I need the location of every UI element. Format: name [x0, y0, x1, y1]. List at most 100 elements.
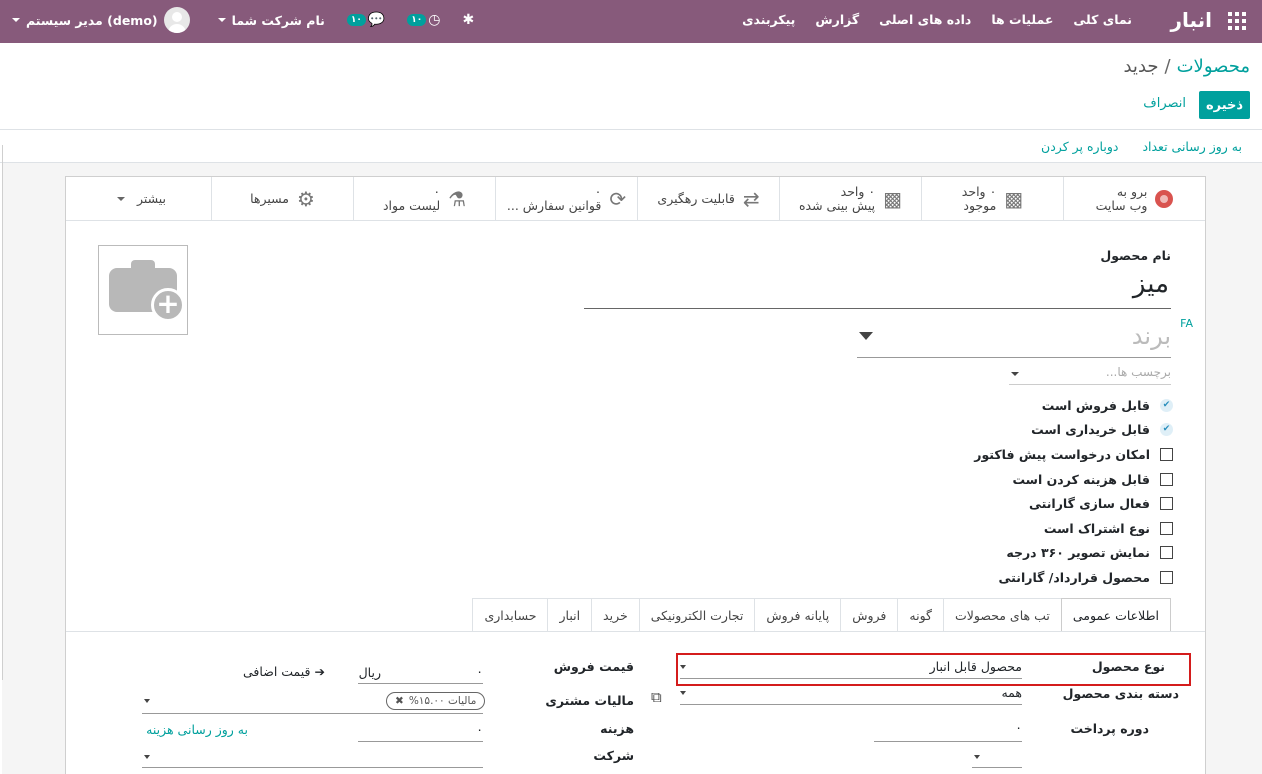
checkbox-row[interactable]: قابل هزینه کردن است [974, 467, 1173, 492]
refresh-icon: ⟳ [609, 187, 627, 211]
activities-button[interactable]: ۱۰ ◷ [407, 12, 441, 28]
product-image-upload[interactable]: + [98, 245, 188, 335]
reorder-count: ۰ [594, 184, 602, 199]
translate-button[interactable]: FA [1180, 317, 1193, 330]
tab-inventory[interactable]: انبار [547, 598, 593, 631]
checkbox-row[interactable]: ✔ قابل خریداری است [974, 418, 1173, 443]
cost-label: هزینه [600, 721, 634, 736]
external-link-icon[interactable]: ⧉ [651, 688, 662, 706]
company-select[interactable] [142, 748, 483, 768]
replenish-button[interactable]: دوباره پر کردن [1041, 139, 1118, 154]
checkbox-row[interactable]: نمایش تصویر ۳۶۰ درجه [974, 541, 1173, 566]
brand-input[interactable]: برند [857, 322, 1171, 358]
save-button[interactable]: ذخیره [1199, 91, 1250, 119]
checkbox-row[interactable]: فعال سازی گارانتی [974, 491, 1173, 516]
tab-variants[interactable]: گونه [897, 598, 944, 631]
menu-operations[interactable]: عملیات ها [991, 12, 1053, 27]
payment-term-input[interactable]: ۰ [874, 720, 1022, 742]
checkbox[interactable] [1160, 546, 1173, 560]
messages-badge: ۱۰ [346, 14, 366, 26]
cogs-icon: ⚙ [297, 187, 315, 211]
checkbox-row[interactable]: نوع اشتراک است [974, 516, 1173, 541]
customer-tax-label: مالیات مشتری [545, 693, 634, 708]
currency-label: ریال [358, 665, 381, 680]
website-smart-button[interactable]: برو به وب سایت [1063, 177, 1205, 221]
tab-purchase[interactable]: خرید [591, 598, 640, 631]
company-switcher[interactable]: نام شرکت شما [212, 13, 325, 28]
on-hand-smart-button[interactable]: ▩ ۰ واحد موجود [921, 177, 1063, 221]
tab-product-tabs[interactable]: تب های محصولات [943, 598, 1062, 631]
sale-price-label: قیمت فروش [553, 659, 634, 674]
apps-grid-icon[interactable] [1228, 12, 1246, 30]
traceability-label: قابلیت رهگیری [657, 191, 735, 206]
checkbox[interactable] [1160, 497, 1173, 511]
tab-pos[interactable]: پایانه فروش [754, 598, 842, 631]
menu-configuration[interactable]: پیکربندی [742, 12, 795, 27]
tags-input[interactable]: برچسب ها... [1009, 365, 1171, 385]
caret-down-icon[interactable] [859, 332, 873, 340]
extra-price-label: قیمت اضافی [243, 664, 311, 679]
checkbox[interactable] [1160, 570, 1173, 584]
tab-accounting[interactable]: حسابداری [472, 598, 549, 631]
checkbox[interactable] [1160, 472, 1173, 486]
chevron-down-icon [217, 18, 226, 22]
cost-input[interactable]: ۰ [358, 722, 483, 742]
on-hand-qty: ۰ واحد [961, 184, 997, 199]
update-cost-button[interactable]: به روز رسانی هزینه [146, 722, 248, 737]
breadcrumb-products[interactable]: محصولات [1177, 56, 1250, 77]
secondary-select[interactable] [972, 748, 1022, 768]
debug-button[interactable]: ✱ [463, 12, 475, 28]
checkbox[interactable] [1160, 521, 1173, 535]
navbar-systray: مدیر سیستم (demo) نام شرکت شما ۱۰ 💬 ۱۰ ◷… [6, 7, 496, 33]
menu-reporting[interactable]: گزارش [815, 12, 859, 27]
routes-label: مسیرها [250, 191, 289, 206]
menu-overview[interactable]: نمای کلی [1073, 12, 1132, 27]
caret-down-icon[interactable] [1011, 372, 1019, 376]
tab-general-info[interactable]: اطلاعات عمومی [1060, 598, 1171, 632]
divider [66, 631, 1205, 632]
extra-price-button[interactable]: ➔ قیمت اضافی [243, 664, 325, 679]
exchange-icon: ⇄ [742, 187, 760, 211]
forecasted-smart-button[interactable]: ▩ ۰ واحد پیش بینی شده [779, 177, 921, 221]
chevron-down-icon [116, 197, 125, 201]
website-line2: وب سایت [1095, 198, 1148, 213]
bom-smart-button[interactable]: ⚗ ۰ لیست مواد [353, 177, 495, 221]
payment-term-label: دوره پرداخت [1070, 721, 1149, 736]
caret-down-icon[interactable] [144, 699, 150, 703]
caret-down-icon[interactable] [680, 691, 686, 695]
discard-button[interactable]: انصراف [1143, 96, 1186, 111]
checkbox-row[interactable]: محصول قرارداد/ گارانتی [974, 565, 1173, 590]
checkbox[interactable] [1160, 447, 1173, 461]
checkbox-row[interactable]: امکان درخواست پیش فاکتور [974, 442, 1173, 467]
caret-down-icon[interactable] [974, 755, 980, 759]
checkbox-row[interactable]: ✔ قابل فروش است [974, 393, 1173, 418]
tags-placeholder: برچسب ها... [1105, 365, 1171, 379]
notebook-tabs: اطلاعات عمومی تب های محصولات گونه فروش پ… [472, 598, 1171, 632]
more-button[interactable]: بیشتر [72, 177, 211, 221]
breadcrumb: محصولات /جدید [1123, 56, 1250, 77]
user-menu[interactable]: مدیر سیستم (demo) [6, 7, 190, 33]
more-label: بیشتر [136, 191, 167, 206]
divider [0, 129, 1262, 130]
product-name-input[interactable]: میز [584, 269, 1171, 309]
on-hand-label: موجود [963, 198, 997, 213]
tab-sales[interactable]: فروش [840, 598, 899, 631]
company-label: شرکت [593, 748, 634, 763]
routes-smart-button[interactable]: ⚙ مسیرها [211, 177, 353, 221]
app-brand[interactable]: انبار [1170, 8, 1212, 32]
traceability-smart-button[interactable]: ⇄ قابلیت رهگیری [637, 177, 779, 221]
checkbox-checked[interactable]: ✔ [1160, 398, 1173, 412]
menu-master-data[interactable]: داده های اصلی [879, 12, 971, 27]
update-quantity-button[interactable]: به روز رسانی تعداد [1142, 139, 1242, 154]
caret-down-icon[interactable] [144, 755, 150, 759]
messages-button[interactable]: ۱۰ 💬 [346, 12, 385, 28]
checkbox-label: قابل هزینه کردن است [1012, 471, 1150, 487]
category-select[interactable]: همه [680, 685, 1022, 705]
checkbox-label: امکان درخواست پیش فاکتور [974, 446, 1150, 462]
tax-tag-label: مالیات ۱۵.۰۰% [408, 695, 477, 707]
globe-icon [1155, 190, 1174, 208]
reordering-rules-smart-button[interactable]: ⟳ ۰ قوانین سفارش ... [495, 177, 637, 221]
checkbox-checked[interactable]: ✔ [1160, 423, 1173, 437]
tab-ecommerce[interactable]: تجارت الکترونیکی [638, 598, 756, 631]
close-icon[interactable]: ✖ [395, 695, 404, 707]
